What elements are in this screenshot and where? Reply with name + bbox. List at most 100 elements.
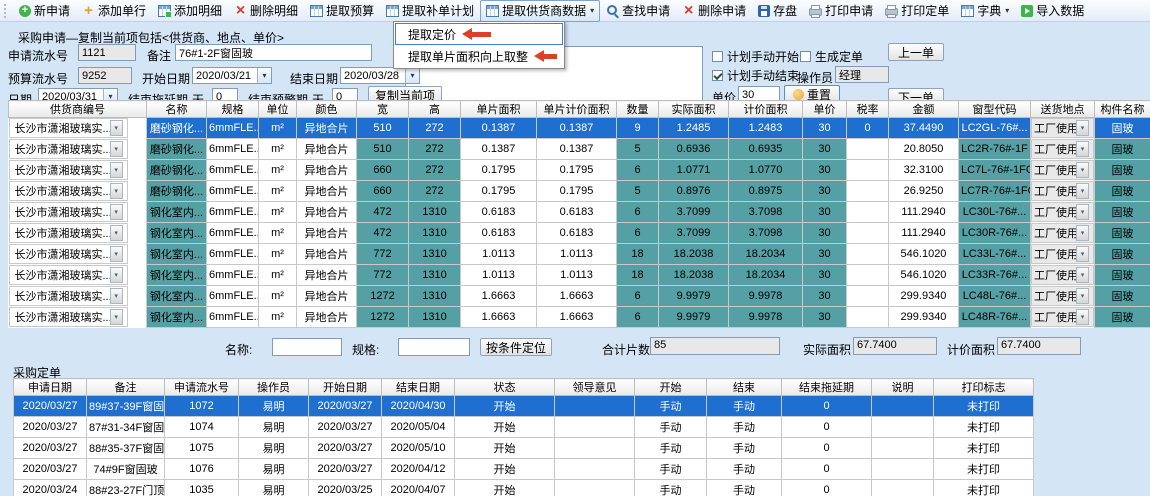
cell[interactable]: 1.0113: [537, 265, 617, 286]
cell[interactable]: 272: [409, 118, 461, 139]
cell[interactable]: 开始: [455, 417, 555, 438]
cell[interactable]: 未打印: [934, 438, 1034, 459]
cell[interactable]: 工厂使用▾: [1031, 223, 1094, 243]
cell[interactable]: 2020/05/04: [382, 417, 455, 438]
cell[interactable]: 5: [617, 139, 659, 160]
cell[interactable]: 0.6183: [537, 223, 617, 244]
table-row[interactable]: 2020/03/2787#31-34F窗固玻1074易明2020/03/2720…: [14, 417, 1034, 438]
chevron-down-icon[interactable]: ▾: [110, 183, 123, 199]
column-header[interactable]: 操作员: [239, 379, 309, 396]
cell[interactable]: 30: [803, 181, 847, 202]
cell[interactable]: [555, 396, 635, 417]
cell[interactable]: 手动: [635, 417, 707, 438]
toolbar-button-extract-supplier-data[interactable]: 提取供货商数据▾: [480, 0, 600, 22]
cell[interactable]: 异地合片: [297, 160, 357, 181]
cell[interactable]: 未打印: [934, 459, 1034, 480]
cell[interactable]: 2020/04/30: [382, 396, 455, 417]
start-date-picker[interactable]: 2020/03/21▾: [192, 67, 272, 84]
cell[interactable]: 固玻: [1095, 244, 1150, 265]
cell[interactable]: 1.6663: [461, 307, 537, 328]
cell[interactable]: 开始: [455, 438, 555, 459]
cell[interactable]: 固玻: [1095, 307, 1150, 328]
toolbar-button-save[interactable]: 存盘: [752, 0, 803, 22]
table-row[interactable]: 长沙市潇湘玻璃实...▾钢化室内...6mmFLE...m²异地合片127213…: [9, 307, 1150, 328]
cell[interactable]: 299.9340: [889, 286, 959, 307]
cell[interactable]: 6mmFLE...: [207, 223, 259, 244]
cell[interactable]: 9.9979: [659, 286, 729, 307]
cell[interactable]: m²: [259, 265, 297, 286]
cell[interactable]: m²: [259, 118, 297, 139]
cell[interactable]: [847, 139, 889, 160]
cell[interactable]: 1075: [165, 438, 239, 459]
cell[interactable]: LC7L-76#-1FO: [959, 160, 1031, 181]
cell[interactable]: 异地合片: [297, 202, 357, 223]
cell[interactable]: 开始: [455, 459, 555, 480]
column-header[interactable]: 单位: [259, 101, 297, 118]
cell[interactable]: 0.6183: [461, 223, 537, 244]
cell[interactable]: 660: [357, 160, 409, 181]
cell[interactable]: 1310: [409, 223, 461, 244]
cell[interactable]: 工厂使用▾: [1031, 202, 1094, 222]
chevron-down-icon[interactable]: ▾: [1076, 309, 1089, 325]
cell[interactable]: [555, 459, 635, 480]
toolbar-button-print-request[interactable]: 打印申请: [803, 0, 879, 22]
cell[interactable]: [555, 480, 635, 496]
cell[interactable]: 1310: [409, 202, 461, 223]
cell[interactable]: [872, 438, 934, 459]
table-row[interactable]: 2020/03/2488#23-27F门顶玻1035易明2020/03/2520…: [14, 480, 1034, 496]
cell[interactable]: 0.1795: [537, 181, 617, 202]
column-header[interactable]: 开始: [635, 379, 707, 396]
cell[interactable]: 2020/03/27: [14, 438, 87, 459]
cell[interactable]: 272: [409, 181, 461, 202]
cell[interactable]: 固玻: [1095, 181, 1150, 202]
budget-serial-field[interactable]: [78, 67, 132, 84]
cell[interactable]: [847, 202, 889, 223]
cell[interactable]: 6: [617, 160, 659, 181]
cell[interactable]: 磨砂钢化...: [147, 118, 207, 139]
operator-field[interactable]: [835, 66, 889, 83]
cell[interactable]: LC2R-76#-1F: [959, 139, 1031, 160]
cell[interactable]: LC33L-76#...: [959, 244, 1031, 265]
cell[interactable]: 18: [617, 244, 659, 265]
cell[interactable]: 2020/03/27: [14, 417, 87, 438]
cell[interactable]: 1076: [165, 459, 239, 480]
column-header[interactable]: 名称: [147, 101, 207, 118]
cell[interactable]: 89#37-39F窗固玻: [87, 396, 165, 417]
menu-item[interactable]: 提取定价: [395, 23, 563, 45]
cell[interactable]: 0.1387: [537, 118, 617, 139]
cell[interactable]: 工厂使用▾: [1031, 307, 1094, 327]
cell[interactable]: 0.8976: [659, 181, 729, 202]
cell[interactable]: 2020/03/27: [14, 459, 87, 480]
toolbar-button-add-row[interactable]: 添加单行: [76, 0, 152, 22]
cell[interactable]: 1272: [357, 307, 409, 328]
toolbar-button-dictionary[interactable]: 字典▾: [955, 0, 1015, 22]
cell[interactable]: 0.1387: [461, 118, 537, 139]
generate-order-checkbox[interactable]: 生成定单: [800, 48, 863, 65]
cell[interactable]: 0: [782, 459, 872, 480]
chevron-down-icon[interactable]: ▾: [1076, 246, 1089, 262]
cell[interactable]: 1310: [409, 286, 461, 307]
cell[interactable]: 30: [803, 307, 847, 328]
cell[interactable]: 手动: [707, 396, 782, 417]
column-header[interactable]: 高: [409, 101, 461, 118]
chevron-down-icon[interactable]: ▾: [1076, 204, 1089, 220]
cell[interactable]: 472: [357, 202, 409, 223]
cell[interactable]: 1.6663: [537, 307, 617, 328]
cell[interactable]: 87#31-34F窗固玻: [87, 417, 165, 438]
cell[interactable]: 510: [357, 139, 409, 160]
cell[interactable]: 长沙市潇湘玻璃实...▾: [9, 286, 128, 306]
filter-spec-input[interactable]: [398, 338, 470, 356]
cell[interactable]: 工厂使用▾: [1031, 265, 1094, 285]
cell[interactable]: 1.0771: [659, 160, 729, 181]
toolbar-button-delete-detail[interactable]: 删除明细: [228, 0, 304, 22]
cell[interactable]: 0.6936: [659, 139, 729, 160]
cell[interactable]: 6mmFLE...: [207, 286, 259, 307]
table-row[interactable]: 长沙市潇湘玻璃实...▾磨砂钢化...6mmFLE...m²异地合片660272…: [9, 181, 1150, 202]
cell[interactable]: 异地合片: [297, 223, 357, 244]
cell[interactable]: [847, 265, 889, 286]
cell[interactable]: 3.7099: [659, 223, 729, 244]
cell[interactable]: 30: [803, 286, 847, 307]
column-header[interactable]: 单片计价面积: [537, 101, 617, 118]
chevron-down-icon[interactable]: ▾: [1076, 288, 1089, 304]
cell[interactable]: 74#9F窗固玻: [87, 459, 165, 480]
